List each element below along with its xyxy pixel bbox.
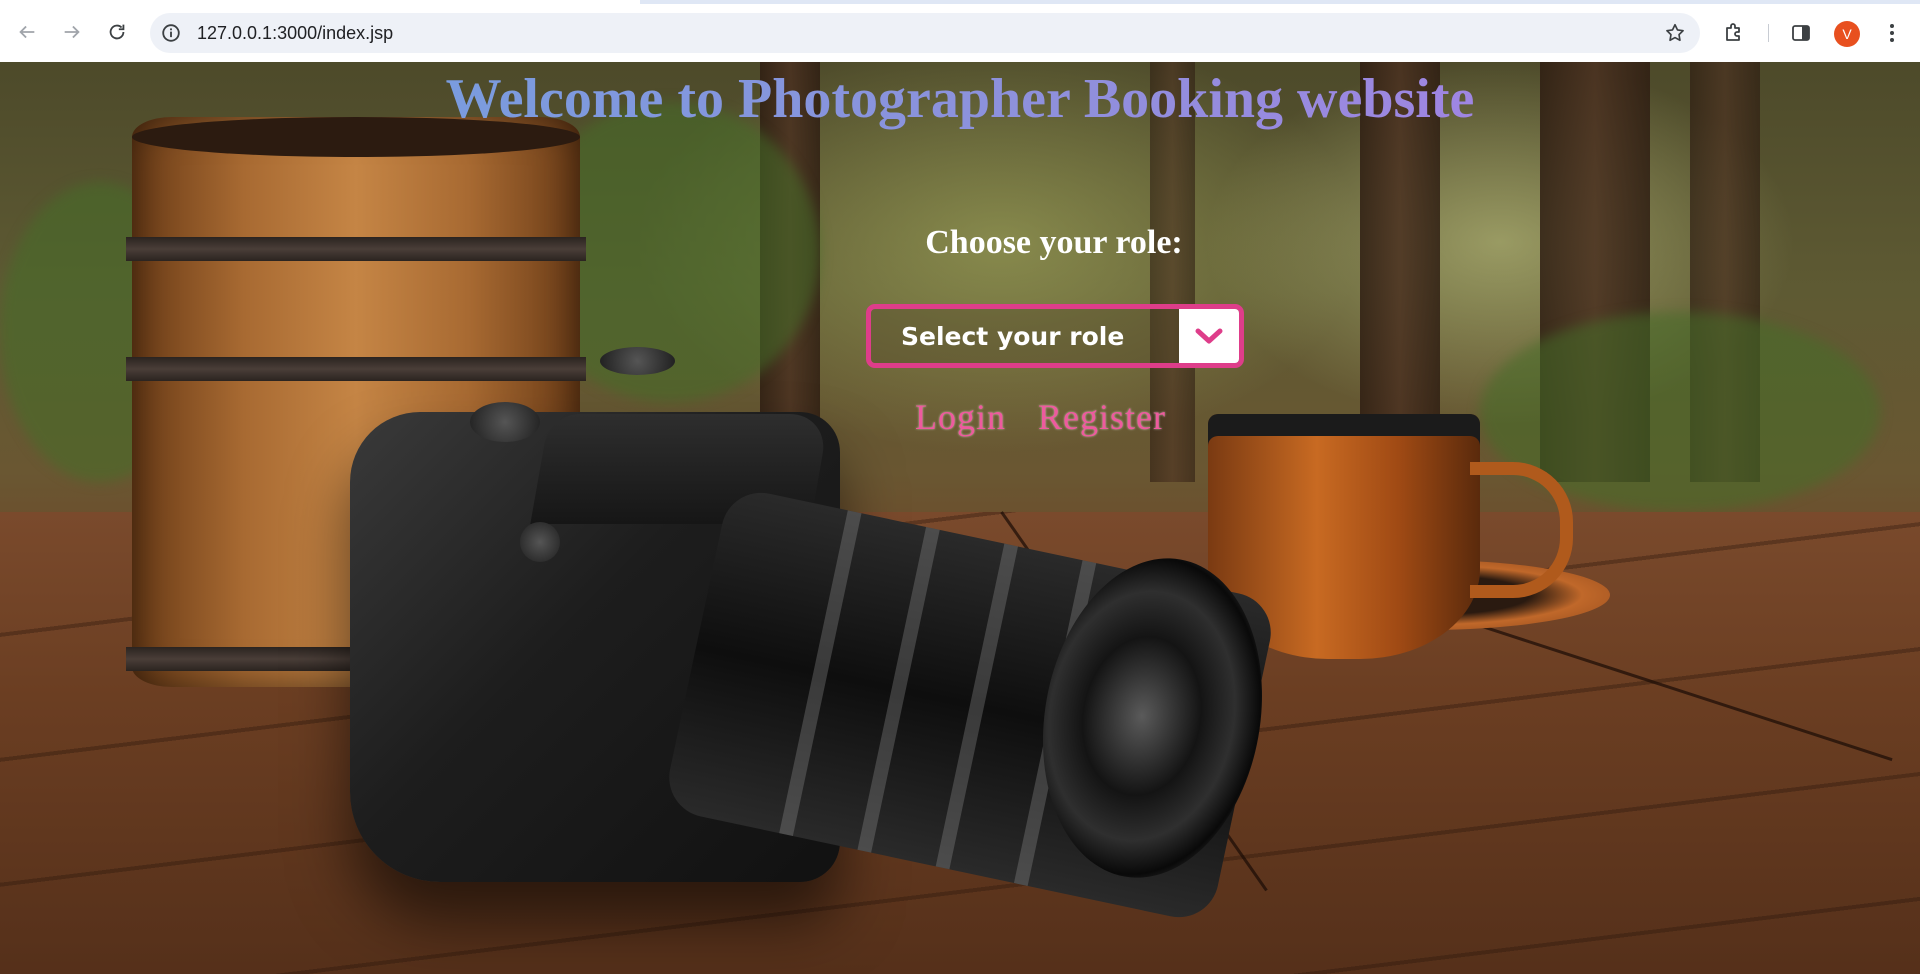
lens-ring [857,526,940,853]
camera-dial [600,347,675,375]
address-bar[interactable]: 127.0.0.1:3000/index.jsp [150,13,1700,53]
browser-toolbar: 127.0.0.1:3000/index.jsp V [0,4,1920,62]
role-heading: Choose your role: [925,224,1183,261]
star-icon[interactable] [1664,22,1686,44]
puzzle-icon[interactable] [1722,21,1746,45]
forward-button[interactable] [59,19,85,45]
toolbar-separator [1768,24,1769,42]
camera-button [520,522,560,562]
barrel-hoop [126,357,586,381]
role-select-value[interactable]: Select your role [901,320,1124,354]
back-button[interactable] [14,19,40,45]
reload-icon [109,24,125,40]
kebab-menu-icon[interactable] [1880,21,1904,45]
role-select-arrow[interactable] [1179,309,1239,363]
arrow-right-icon [64,25,80,39]
register-link[interactable]: Register [1038,396,1166,438]
side-panel-icon[interactable] [1789,21,1813,45]
page-viewport: Welcome to Photographer Booking website … [0,62,1920,974]
role-select[interactable]: Select your role [866,304,1244,368]
lens-ring [935,543,1018,870]
reload-button[interactable] [104,19,130,45]
info-icon[interactable] [160,22,182,44]
auth-links: Login Register [915,396,1166,438]
camera-dial [470,402,540,442]
profile-avatar[interactable]: V [1834,21,1860,47]
login-link[interactable]: Login [915,396,1006,438]
chevron-down-icon [1195,328,1223,344]
url-text[interactable]: 127.0.0.1:3000/index.jsp [197,23,393,43]
page-title: Welcome to Photographer Booking website [0,66,1920,132]
lens-ring [779,510,862,837]
cup-handle [1470,462,1573,598]
page-title-text: Welcome to Photographer Booking website [445,68,1475,130]
arrow-left-icon [19,25,35,39]
